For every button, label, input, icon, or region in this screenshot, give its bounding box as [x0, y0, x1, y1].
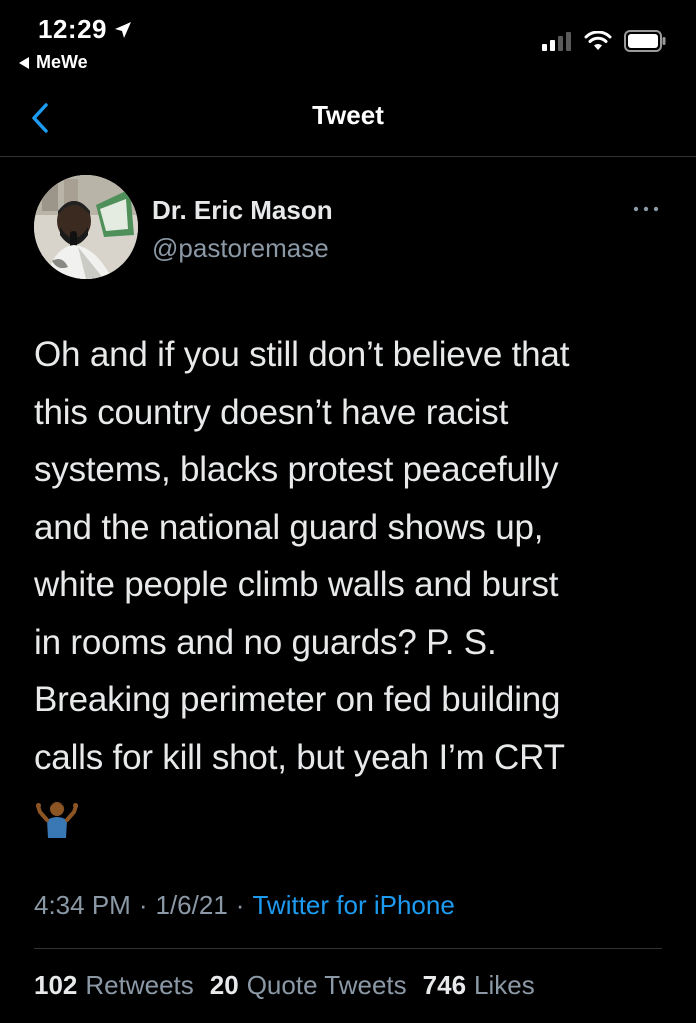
quote-tweets-label: Quote Tweets: [246, 970, 407, 1000]
quote-tweets-stat[interactable]: 20 Quote Tweets: [210, 970, 407, 1001]
tweet-text: Oh and if you still don’t believe that t…: [34, 335, 570, 777]
location-arrow-icon: [115, 21, 131, 38]
back-to-app-link[interactable]: MeWe: [18, 52, 88, 73]
back-triangle-icon: [19, 56, 29, 69]
cellular-signal-icon: [542, 32, 571, 51]
retweets-stat[interactable]: 102 Retweets: [34, 970, 194, 1001]
tweet-time: 4:34 PM: [34, 890, 131, 920]
status-time-row: 12:29: [38, 14, 133, 45]
author-block[interactable]: Dr. Eric Mason @pastoremase: [152, 192, 333, 266]
nav-bar: Tweet: [0, 80, 696, 157]
avatar[interactable]: [34, 175, 138, 279]
avatar-image: [34, 175, 138, 279]
tweet-source-link[interactable]: Twitter for iPhone: [252, 890, 454, 921]
likes-stat[interactable]: 746 Likes: [423, 970, 535, 1001]
person-shrugging-emoji-icon: [36, 802, 78, 838]
author-name[interactable]: Dr. Eric Mason: [152, 192, 333, 228]
meta-separator: ·: [235, 890, 245, 920]
tweet-date: 1/6/21: [155, 890, 228, 920]
status-bar: 12:29 MeWe: [0, 0, 696, 80]
likes-count: 746: [422, 970, 467, 1000]
meta-separator: ·: [138, 890, 148, 920]
status-time: 12:29: [38, 14, 107, 44]
back-app-label: MeWe: [36, 52, 88, 72]
more-options-icon[interactable]: [632, 204, 660, 214]
author-handle[interactable]: @pastoremase: [152, 230, 333, 266]
divider: [34, 948, 662, 949]
tweet-stats: 102 Retweets 20 Quote Tweets 746 Likes: [34, 970, 551, 1001]
retweets-count: 102: [34, 970, 78, 1000]
wifi-icon: [584, 31, 612, 50]
tweet-meta: 4:34 PM · 1/6/21 · Twitter for iPhone: [34, 890, 455, 921]
battery-icon: [624, 30, 666, 52]
likes-label: Likes: [474, 970, 535, 1000]
page-title: Tweet: [312, 100, 384, 130]
retweets-label: Retweets: [85, 970, 194, 1000]
status-icons: [542, 30, 666, 52]
quote-tweets-count: 20: [209, 970, 239, 1000]
